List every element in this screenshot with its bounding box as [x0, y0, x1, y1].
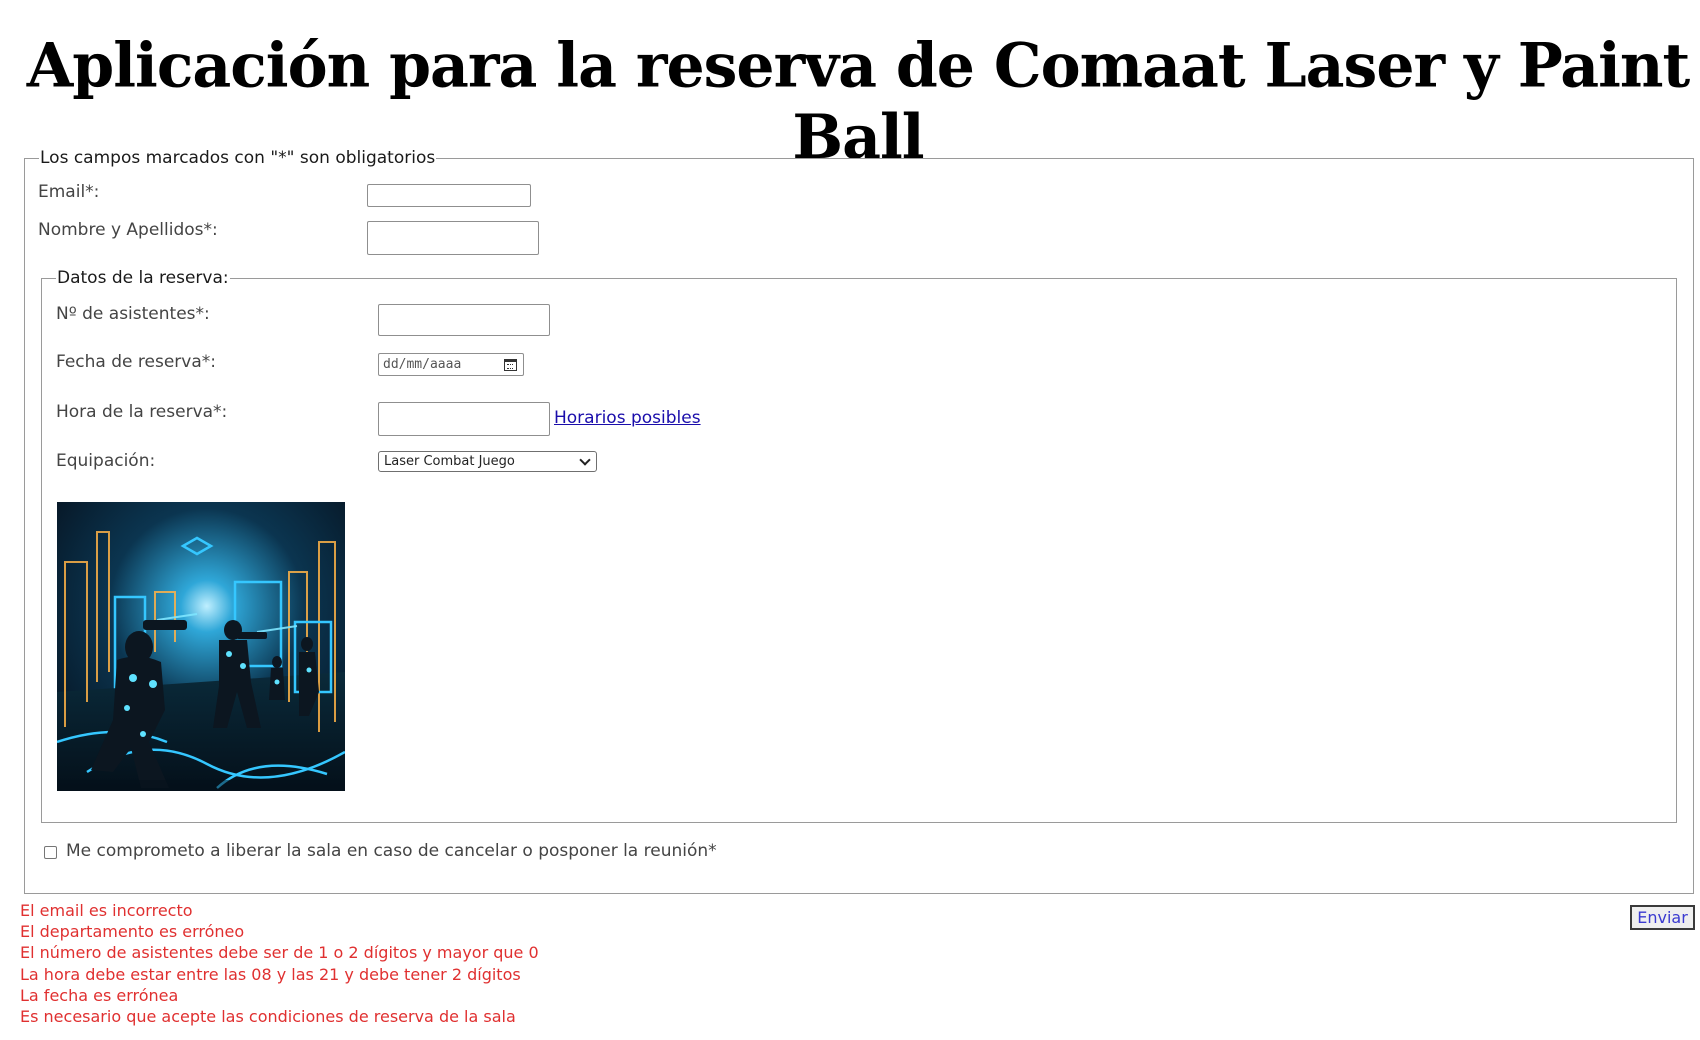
laser-combat-photo — [57, 502, 345, 791]
submit-button[interactable]: Enviar — [1630, 905, 1695, 930]
required-fields-legend: Los campos marcados con "*" son obligato… — [40, 148, 436, 168]
equipment-select[interactable]: Laser Combat Juego — [378, 451, 597, 472]
error-message: El número de asistentes debe ser de 1 o … — [20, 943, 539, 963]
attendees-label: Nº de asistentes*: — [56, 304, 210, 324]
time-field[interactable] — [378, 402, 550, 436]
date-input[interactable]: dd/mm/aaaa — [378, 353, 524, 376]
email-field[interactable] — [367, 184, 531, 207]
laser-combat-illustration — [57, 502, 345, 791]
error-message: Es necesario que acepte las condiciones … — [20, 1007, 516, 1027]
agree-checkbox[interactable] — [44, 846, 57, 859]
time-label: Hora de la reserva*: — [56, 402, 228, 422]
error-message: La fecha es errónea — [20, 985, 179, 1005]
date-label: Fecha de reserva*: — [56, 352, 216, 372]
error-messages: El email es incorrecto El departamento e… — [20, 900, 539, 1027]
reservation-details-legend: Datos de la reserva: — [57, 268, 229, 288]
error-message: El email es incorrecto — [20, 901, 193, 920]
date-placeholder: dd/mm/aaaa — [383, 357, 462, 372]
equipment-label: Equipación: — [56, 451, 156, 471]
name-field[interactable] — [367, 221, 539, 255]
chevron-down-icon — [579, 453, 591, 466]
error-message: La hora debe estar entre las 08 y las 21… — [20, 964, 521, 984]
equipment-selected: Laser Combat Juego — [384, 454, 515, 469]
agree-label: Me comprometo a liberar la sala en caso … — [66, 841, 717, 861]
calendar-icon[interactable] — [504, 358, 517, 371]
schedules-link[interactable]: Horarios posibles — [554, 408, 701, 428]
name-label: Nombre y Apellidos*: — [38, 220, 218, 240]
error-message: El departamento es erróneo — [20, 922, 245, 942]
attendees-field[interactable] — [378, 304, 550, 336]
email-label: Email*: — [38, 182, 100, 202]
